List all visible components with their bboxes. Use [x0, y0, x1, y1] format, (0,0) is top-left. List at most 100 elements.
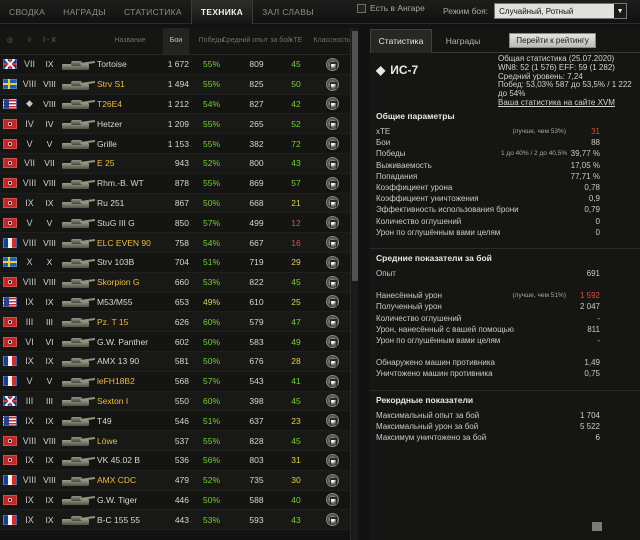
- scroll-thumb[interactable]: [352, 31, 358, 281]
- go-to-rating-button[interactable]: Перейти к рейтингу: [509, 33, 596, 48]
- stat-row: Полученный урон 2 047: [376, 301, 600, 312]
- vehicle-type-cell: IX: [20, 293, 39, 312]
- battle-mode-select[interactable]: Случайный, Ротный ▼: [494, 3, 628, 19]
- vehicle-name: Strv S1: [97, 79, 125, 90]
- table-row[interactable]: IX IX Ru 251 867 50% 668 21: [0, 193, 358, 214]
- tab-hall-of-fame[interactable]: ЗАЛ СЛАВЫ: [253, 0, 323, 24]
- details-tab-statistics[interactable]: Статистика: [370, 28, 432, 53]
- table-row[interactable]: X X Strv 103B 704 51% 719 29: [0, 252, 358, 273]
- mastery-badge-icon: [325, 97, 339, 111]
- nation-cell: [0, 332, 20, 351]
- avg-exp-header[interactable]: Средний опыт за бой: [222, 28, 291, 54]
- vehicle-type-icon: VIII: [22, 475, 37, 486]
- vehicle-type-icon: VIII: [22, 237, 37, 248]
- battles-value: 479: [174, 475, 189, 486]
- xte-value: 57: [291, 178, 301, 189]
- table-row[interactable]: VI VI G.W. Panther 602 50% 583 49: [0, 332, 358, 352]
- tab-statistics[interactable]: СТАТИСТИКА: [115, 0, 191, 24]
- table-row[interactable]: III III Sexton I 550 60% 398 45: [0, 391, 358, 412]
- tank-icon: [60, 214, 96, 231]
- table-row[interactable]: VII IX Tortoise 1 672 55% 809 45: [0, 55, 358, 75]
- xte-value: 52: [291, 118, 301, 129]
- table-scrollbar[interactable]: [350, 28, 358, 540]
- vehicle-image-cell: [60, 213, 96, 232]
- table-row[interactable]: IX IX AMX 13 90 581 50% 676 28: [0, 351, 358, 372]
- tank-icon: [60, 511, 96, 528]
- battles-value: 626: [174, 316, 189, 327]
- stat-value: 0: [595, 227, 600, 237]
- table-row[interactable]: V V Grille 1 153 55% 382 72: [0, 134, 358, 154]
- stat-row: Эффективность использования брони 0,79: [376, 204, 600, 215]
- wins-value: 52%: [202, 475, 220, 486]
- tank-icon: [60, 95, 96, 112]
- nation-header-icon[interactable]: ◎: [0, 28, 20, 54]
- table-row[interactable]: IX IX B-C 155 55 443 53% 593 43: [0, 510, 358, 531]
- vehicle-type-cell: VIII: [20, 75, 39, 94]
- table-row[interactable]: VIII VIII Rhm.-B. WT 878 55% 869 57: [0, 173, 358, 194]
- vehicle-type-icon: III: [25, 316, 34, 327]
- section-separator: [370, 248, 640, 249]
- vehicle-name: M53/M55: [97, 296, 133, 307]
- in-hangar-filter[interactable]: Есть в Ангаре: [357, 3, 425, 13]
- class-header[interactable]: Классность: [313, 28, 351, 54]
- stat-row: Попадания 77,71 %: [376, 171, 600, 182]
- class-cell: [313, 372, 351, 391]
- xte-value: 45: [291, 395, 301, 406]
- checkbox[interactable]: [357, 3, 366, 13]
- vehicle-image-cell: [60, 451, 96, 470]
- vehicle-type-icon: VIII: [22, 79, 37, 90]
- table-row[interactable]: VIII VIII Löwe 537 55% 828 45: [0, 431, 358, 451]
- details-tab-awards[interactable]: Награды: [432, 29, 494, 53]
- name-header[interactable]: Название: [95, 28, 163, 54]
- wins-value: 51%: [202, 415, 220, 426]
- battles-value: 546: [174, 415, 189, 426]
- table-row[interactable]: VIII VIII Strv S1 1 494 55% 825 50: [0, 74, 358, 95]
- chevron-down-icon[interactable]: ▼: [614, 4, 627, 18]
- table-row[interactable]: VII VII E 25 943 52% 800 43: [0, 153, 358, 174]
- scroll-down-icon[interactable]: [592, 522, 602, 531]
- table-row[interactable]: IV IV Hetzer 1 209 55% 265 52: [0, 114, 358, 135]
- class-cell: [313, 273, 351, 292]
- tab-summary[interactable]: СВОДКА: [0, 0, 54, 24]
- wins-value: 52%: [202, 158, 220, 169]
- premium-diamond-icon: ◆: [376, 63, 386, 77]
- tab-awards[interactable]: НАГРАДЫ: [54, 0, 115, 24]
- table-row[interactable]: VIII VIII AMX CDC 479 52% 735 30: [0, 470, 358, 491]
- battles-header[interactable]: Бои: [163, 28, 189, 54]
- nation-cell: [0, 471, 20, 490]
- table-row[interactable]: IX IX M53/M55 653 49% 610 25: [0, 292, 358, 313]
- vehicle-image-cell: [60, 134, 96, 153]
- table-row[interactable]: IX IX G.W. Tiger 446 50% 588 40: [0, 490, 358, 511]
- battles-value: 660: [174, 277, 189, 288]
- table-row[interactable]: VIII VIII ELC EVEN 90 758 54% 667 16: [0, 233, 358, 253]
- overall-summary: Общая статистика (25.07.2020) WN8: 52 (1…: [498, 54, 640, 108]
- wins-value: 57%: [202, 376, 220, 387]
- wins-value: 54%: [202, 237, 220, 248]
- tier-header[interactable]: I - X: [39, 28, 60, 54]
- nation-cell: [0, 55, 20, 74]
- table-row[interactable]: V VleFH18B2 568 57% 543 41: [0, 371, 358, 392]
- class-cell: [313, 411, 351, 430]
- table-row[interactable]: IX IX VK 45.02 B 536 56% 803 31: [0, 450, 358, 471]
- stat-note: 1 до 40% / 2 до 40,5%: [501, 150, 568, 158]
- table-row[interactable]: ◆ VIII T26E4 1 212 54% 827 42: [0, 94, 358, 115]
- table-row[interactable]: VIII VIII Skorpion G 660 53% 822 45: [0, 272, 358, 293]
- vehicle-type-cell: VII: [20, 55, 39, 74]
- stat-value: 88: [591, 138, 600, 148]
- tier-cell: III: [45, 316, 54, 327]
- xte-header[interactable]: xTE: [279, 28, 313, 54]
- table-row[interactable]: V V StuG III G 850 57% 499 12: [0, 213, 358, 234]
- vehicle-image-cell: [60, 510, 96, 529]
- nation-flag-icon: [3, 277, 17, 288]
- tier-cell: IX: [45, 197, 54, 208]
- tab-vehicles[interactable]: ТЕХНИКА: [190, 0, 254, 24]
- class-cell: [313, 293, 351, 312]
- xvm-stats-link[interactable]: Ваша статистика на сайте XVM: [498, 98, 640, 108]
- type-header-icon[interactable]: ◊: [20, 28, 39, 54]
- table-row[interactable]: IX IX T49 546 51% 637 23: [0, 411, 358, 432]
- tank-icon: [60, 373, 96, 390]
- battle-mode-selector[interactable]: Режим боя: Случайный, Ротный ▼: [443, 3, 628, 19]
- battles-value: 1 153: [167, 138, 189, 149]
- table-row[interactable]: III III Pz. T 15 626 60% 579 47: [0, 312, 358, 333]
- vehicle-name: AMX 13 90: [97, 356, 140, 367]
